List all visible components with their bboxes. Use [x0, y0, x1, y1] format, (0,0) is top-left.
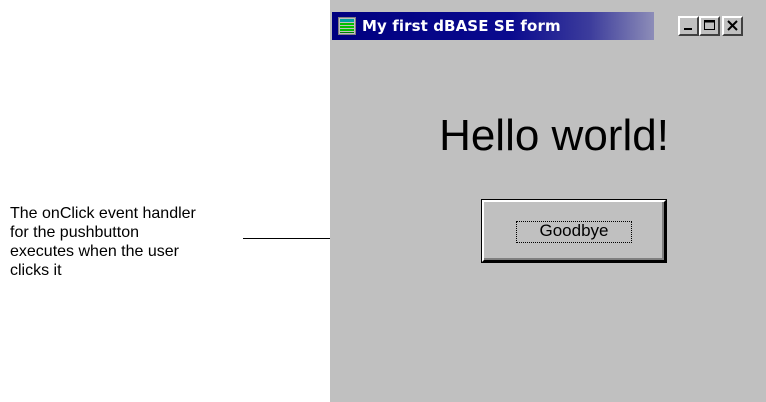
window-titlebar[interactable]: My first dBASE SE form	[330, 12, 766, 40]
goodbye-button[interactable]: Goodbye	[482, 200, 666, 262]
form-window: My first dBASE SE form Hello world! Good…	[330, 0, 766, 402]
titlebar-active-strip: My first dBASE SE form	[332, 12, 654, 40]
minimize-icon	[684, 28, 692, 30]
close-icon	[727, 20, 738, 31]
maximize-icon	[704, 20, 715, 30]
hello-world-text: Hello world!	[439, 111, 669, 160]
dbase-form-icon[interactable]	[338, 17, 356, 35]
annotation-callout-text: The onClick event handler for the pushbu…	[10, 205, 196, 279]
minimize-button[interactable]	[678, 16, 699, 36]
close-button[interactable]	[722, 16, 743, 36]
focus-rectangle	[516, 221, 632, 243]
window-title: My first dBASE SE form	[362, 17, 561, 35]
maximize-button[interactable]	[699, 16, 720, 36]
